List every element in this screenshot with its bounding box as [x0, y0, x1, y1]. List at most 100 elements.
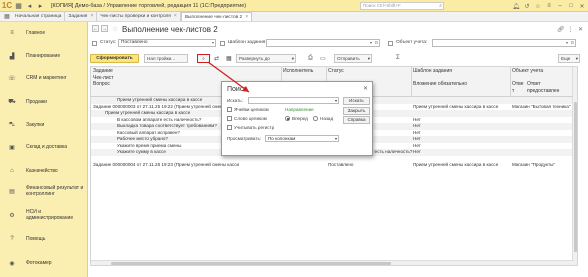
- col-status[interactable]: Статус: [328, 68, 344, 75]
- favorite-star-icon[interactable]: ☆: [112, 25, 118, 33]
- sidebar-item-treasury[interactable]: ⌂ Казначейство: [0, 166, 88, 176]
- template-label: Шаблон задания:: [228, 40, 267, 45]
- send-label: Отправить: [337, 56, 360, 61]
- tab-home[interactable]: Начальная страница: [12, 12, 66, 21]
- menu-icon[interactable]: ≡: [545, 2, 553, 10]
- grid-menu-icon[interactable]: ▦: [14, 1, 23, 10]
- find-input[interactable]: ▾: [248, 97, 339, 104]
- close-form-icon[interactable]: ✕: [577, 26, 584, 33]
- col-template[interactable]: Шаблон задания: [413, 68, 452, 75]
- col-answer[interactable]: Отве т: [512, 81, 524, 94]
- tab-checklists[interactable]: Чек-листы проверки и контроля ×: [97, 12, 181, 21]
- settings-button[interactable]: Нал тройки...: [144, 54, 188, 63]
- horizontal-scrollbar[interactable]: [91, 260, 574, 265]
- more-button[interactable]: Еще ▾: [558, 54, 580, 63]
- app-logo-icon: 1С: [1, 1, 13, 10]
- sidebar-item-help[interactable]: ? Помощь: [0, 234, 88, 244]
- close-tab-icon[interactable]: ×: [245, 13, 248, 22]
- col-attachment[interactable]: Вложение обязательно: [413, 81, 467, 88]
- sidebar-item-planning[interactable]: ▟ Планирование: [0, 51, 88, 61]
- forward-radio[interactable]: [285, 116, 290, 121]
- scroll-thumb[interactable]: [574, 102, 577, 252]
- global-search-input[interactable]: Поиск Ctrl+Shift+F ⌕: [360, 2, 444, 10]
- maximize-icon[interactable]: □: [567, 2, 575, 10]
- chevron-down-icon: ▾: [334, 136, 337, 141]
- more-icon[interactable]: ⋮: [567, 26, 574, 33]
- sidebar-item-label: Казначейство: [26, 168, 58, 174]
- sidebar-item-sales[interactable]: ⛟ Продажи: [0, 97, 88, 107]
- close-tab-icon[interactable]: ×: [90, 12, 93, 21]
- header-label: Шаблон задания: [413, 68, 452, 74]
- template-checkbox[interactable]: [220, 41, 225, 46]
- apps-icon[interactable]: ▦: [2, 12, 12, 21]
- close-button[interactable]: Закрыть: [343, 107, 370, 115]
- sidebar-item-camera[interactable]: ◉ Фотокамер: [0, 258, 88, 268]
- title-bar: 1С ▦ ◂ ▸ [КОПИЯ] Демо-база / Управление …: [0, 0, 588, 12]
- vertical-scrollbar[interactable]: [572, 67, 577, 265]
- chevron-down-icon: ▾: [369, 40, 372, 45]
- forward-arrow-icon[interactable]: →: [101, 25, 108, 32]
- sidebar-item-label: Помощь: [26, 236, 46, 242]
- link-icon[interactable]: 🔗︎: [557, 26, 565, 33]
- whole-word-checkbox[interactable]: [227, 116, 232, 121]
- save-icon[interactable]: ▭: [320, 55, 326, 62]
- sidebar-item-admin[interactable]: ⚙ НСИ и администрирование: [0, 208, 88, 222]
- col-task[interactable]: Задание Чек-лист Вопрос: [93, 68, 113, 88]
- sidebar-item-finance[interactable]: ▤ Финансовый результат и контроллинг: [0, 184, 88, 198]
- col-executor[interactable]: Исполнитель: [283, 68, 313, 75]
- header-label: Задание: [93, 68, 113, 74]
- help-icon: ?: [10, 236, 14, 242]
- cart-icon: ⛟: [8, 99, 16, 105]
- send-button[interactable]: Отправить ▾: [334, 54, 372, 63]
- object-select[interactable]: ▾ ⊡: [432, 39, 576, 47]
- history-icon[interactable]: ↺: [523, 2, 531, 10]
- template-select[interactable]: ▾ ⊡: [266, 39, 380, 47]
- back-icon[interactable]: ◂: [25, 1, 34, 10]
- form-report-button[interactable]: Сформировать: [90, 54, 139, 63]
- whole-cell-checkbox[interactable]: [227, 107, 232, 112]
- scope-label: Просматривать:: [227, 136, 262, 141]
- window-icons: 🔗︎ ⋮ ✕: [557, 26, 584, 33]
- sidebar-item-crm[interactable]: ☏ CRM и маркетинг: [0, 73, 88, 83]
- backward-label: Назад: [320, 116, 334, 121]
- col-object[interactable]: Объект учета: [512, 68, 543, 75]
- search-dialog: Поиск ✕ Искать: ▾ Искать Ячейки целиком …: [221, 81, 373, 156]
- tab-bar: ▦ Начальная страница Задания × Чек-листы …: [0, 12, 588, 22]
- status-checkbox[interactable]: [92, 41, 97, 46]
- table-icon[interactable]: ▦: [226, 55, 232, 62]
- backward-radio[interactable]: [313, 116, 318, 121]
- tab-tasks[interactable]: Задания ×: [65, 12, 98, 21]
- find-next-icon[interactable]: ⇄: [214, 55, 219, 62]
- sidebar-item-warehouse[interactable]: ▣ Склад и доставка: [0, 142, 88, 152]
- scroll-thumb[interactable]: [111, 262, 391, 265]
- forward-icon[interactable]: ▸: [36, 1, 45, 10]
- back-arrow-icon[interactable]: ←: [92, 25, 99, 32]
- find-button[interactable]: Искать: [343, 97, 370, 105]
- sidebar-item-label: Склад и доставка: [26, 144, 67, 150]
- header-label: Объект учета: [512, 68, 544, 74]
- titlebar-icons: 🔔︎ ↺ ☆ ≡ – □ ✕: [512, 2, 586, 10]
- tab-checklist-execution[interactable]: Выполнение чек-листов 2 ×: [180, 12, 253, 22]
- match-case-checkbox[interactable]: [227, 125, 232, 130]
- col-answer-provided[interactable]: Ответ предоставлен: [527, 81, 559, 94]
- close-icon[interactable]: ✕: [578, 2, 586, 10]
- menu-icon: ≡: [10, 30, 14, 36]
- table-row[interactable]: Задание 000000004 от 27.11.25 19:23 (При…: [91, 162, 577, 169]
- scope-select[interactable]: По колонкам ▾: [265, 135, 339, 142]
- expand-to-button[interactable]: Развернуть до ▾: [236, 54, 296, 63]
- sidebar-item-purchases[interactable]: ⛍ Закупки: [0, 120, 88, 130]
- status-select[interactable]: Поставлено ▾: [118, 39, 216, 47]
- bell-icon[interactable]: 🔔︎: [512, 2, 520, 10]
- help-button[interactable]: Справка: [343, 116, 370, 124]
- search-button[interactable]: ⌕: [197, 54, 210, 63]
- forward-label: Вперед: [292, 116, 308, 121]
- close-icon[interactable]: ✕: [363, 85, 368, 92]
- minimize-icon[interactable]: –: [556, 2, 564, 10]
- more-label: Еще: [561, 56, 571, 61]
- star-icon[interactable]: ☆: [534, 2, 542, 10]
- close-tab-icon[interactable]: ×: [174, 12, 177, 21]
- object-checkbox[interactable]: [388, 41, 393, 46]
- sidebar-item-main[interactable]: ≡ Главное: [0, 28, 88, 38]
- sum-icon[interactable]: Σ: [396, 55, 400, 61]
- print-icon[interactable]: ⎙: [308, 55, 313, 62]
